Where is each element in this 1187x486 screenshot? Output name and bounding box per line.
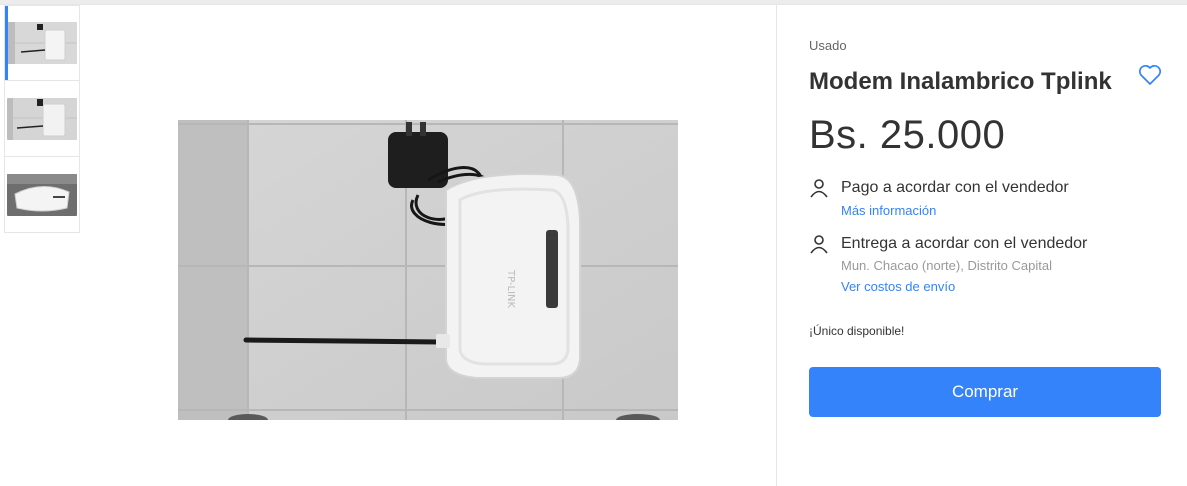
buy-button[interactable]: Comprar <box>809 367 1161 417</box>
product-price: Bs. 25.000 <box>809 113 1006 157</box>
thumbnail-list <box>4 5 81 233</box>
thumbnail-1[interactable] <box>4 5 80 81</box>
person-icon <box>810 235 828 254</box>
more-info-link[interactable]: Más información <box>841 202 1069 220</box>
shipping-costs-link[interactable]: Ver costos de envío <box>841 278 1087 296</box>
delivery-label: Entrega a acordar con el vendedor <box>841 235 1088 252</box>
product-title: Modem Inalambrico Tplink <box>809 68 1112 95</box>
panel-divider <box>776 5 777 486</box>
thumbnail-image-router <box>7 97 77 140</box>
stock-note: ¡Único disponible! <box>809 324 905 338</box>
product-page: TP-LINK Usado Modem Inalambrico Tplink B… <box>0 4 1187 486</box>
product-condition: Usado <box>809 38 847 53</box>
thumbnail-image-router <box>7 173 77 216</box>
payment-label: Pago a acordar con el vendedor <box>841 179 1069 196</box>
heart-outline-icon[interactable] <box>1137 63 1163 87</box>
payment-info: Pago a acordar con el vendedor Más infor… <box>809 177 1069 220</box>
thumbnail-3[interactable] <box>4 157 80 233</box>
thumbnail-2[interactable] <box>4 81 80 157</box>
thumbnail-image-router <box>7 22 77 64</box>
delivery-info: Entrega a acordar con el vendedor Mun. C… <box>809 233 1087 296</box>
svg-text:TP-LINK: TP-LINK <box>505 269 516 309</box>
product-main-image[interactable]: TP-LINK <box>178 120 678 420</box>
delivery-location: Mun. Chacao (norte), Distrito Capital <box>841 258 1052 273</box>
person-icon <box>810 179 828 198</box>
